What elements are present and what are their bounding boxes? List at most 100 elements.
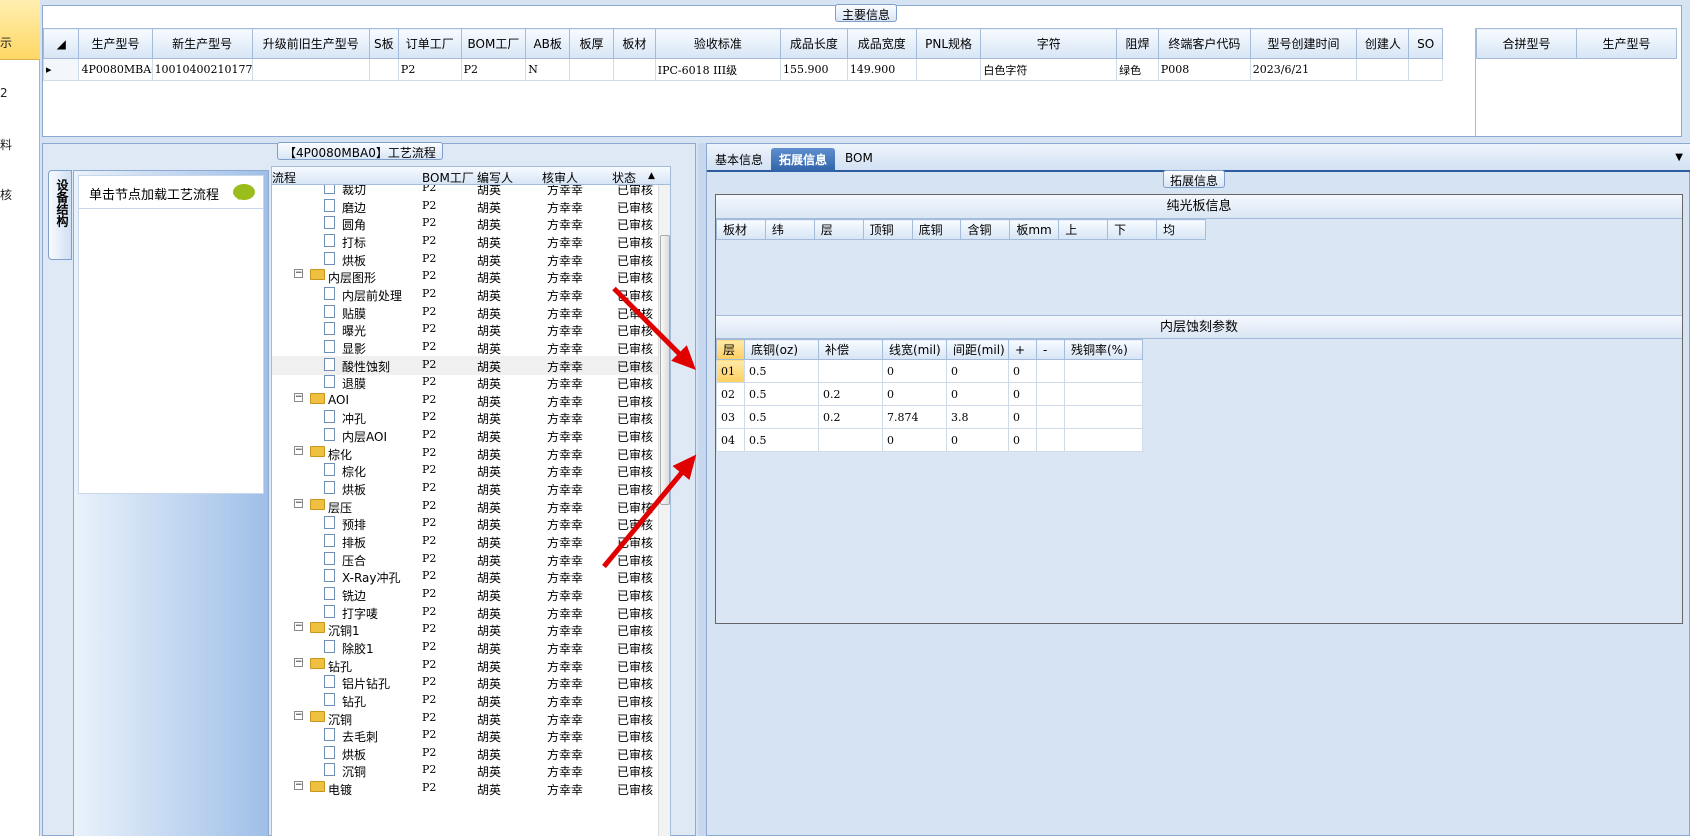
process-row[interactable]: 显影 P2 胡英 方幸幸 已审核 <box>272 338 670 357</box>
equipment-structure-tab[interactable]: 设备结构 <box>48 170 72 260</box>
sort-up-icon[interactable]: ▲ <box>648 171 655 181</box>
process-row[interactable]: 内层AOI P2 胡英 方幸幸 已审核 <box>272 426 670 445</box>
main-cell-11[interactable]: 149.900 <box>846 58 917 81</box>
process-row[interactable]: − 沉铜1 P2 胡英 方幸幸 已审核 <box>272 620 670 639</box>
process-row[interactable]: 钻孔 P2 胡英 方幸幸 已审核 <box>272 691 670 710</box>
process-col-4[interactable]: 状态 <box>612 169 636 186</box>
etch-col-2[interactable]: 补偿 <box>818 339 883 360</box>
plain-col-7[interactable]: 上 <box>1058 219 1109 240</box>
collapse-icon[interactable]: − <box>294 445 303 455</box>
process-row[interactable]: 烘板 P2 胡英 方幸幸 已审核 <box>272 744 670 763</box>
etch-col-7[interactable]: 残铜率(%) <box>1064 339 1143 360</box>
main-col-2[interactable]: 升级前旧生产型号 <box>251 28 370 59</box>
main-col-17[interactable]: 创建人 <box>1356 28 1410 59</box>
etch-cell[interactable]: 0.2 <box>818 382 883 406</box>
process-row[interactable]: 曝光 P2 胡英 方幸幸 已审核 <box>272 320 670 339</box>
main-col-5[interactable]: BOM工厂 <box>460 28 527 59</box>
main-cell-16[interactable]: 2023/6/21 <box>1249 58 1358 81</box>
etch-cell[interactable] <box>1036 359 1065 383</box>
process-row[interactable]: 沉铜 P2 胡英 方幸幸 已审核 <box>272 761 670 780</box>
etch-cell[interactable]: 0 <box>1008 382 1037 406</box>
load-process-hint[interactable]: 单击节点加载工艺流程 <box>78 175 264 209</box>
process-row[interactable]: 铝片钻孔 P2 胡英 方幸幸 已审核 <box>272 673 670 692</box>
process-row[interactable]: 预排P2胡英方幸幸已审核 <box>272 514 670 533</box>
main-col-4[interactable]: 订单工厂 <box>397 28 462 59</box>
process-row[interactable]: 烘板 P2 胡英 方幸幸 已审核 <box>272 250 670 269</box>
process-row[interactable]: 棕化 P2 胡英 方幸幸 已审核 <box>272 461 670 480</box>
plain-col-5[interactable]: 含铜 <box>960 219 1011 240</box>
etch-cell[interactable]: 04 <box>716 428 745 452</box>
main-cell-4[interactable]: P2 <box>397 58 462 81</box>
main-cell-6[interactable]: N <box>525 58 571 81</box>
plain-col-2[interactable]: 层 <box>813 219 864 240</box>
process-row[interactable]: 烘板 P2 胡英 方幸幸 已审核 <box>272 479 670 498</box>
etch-cell[interactable]: 7.874 <box>882 405 947 429</box>
process-row[interactable]: 打字唛 P2 胡英 方幸幸 已审核 <box>272 603 670 622</box>
etch-col-0[interactable]: 层 <box>716 339 745 360</box>
main-cell-15[interactable]: P008 <box>1157 58 1251 81</box>
main-col-15[interactable]: 终端客户代码 <box>1157 28 1251 59</box>
scrollbar-thumb[interactable] <box>660 235 670 505</box>
etch-col-3[interactable]: 线宽(mil) <box>882 339 947 360</box>
process-row[interactable]: − 沉铜 P2 胡英 方幸幸 已审核 <box>272 709 670 728</box>
process-tree-grid[interactable]: 流程 BOM工厂 编写人 核审人 状态 ▲ 裁切 P2 胡英 方幸幸 已审核 磨边 P2 胡英 方幸幸 已审… <box>271 166 671 836</box>
main-cell-3[interactable] <box>368 58 399 81</box>
main-info-grid[interactable]: ◢ 生产型号 新生产型号 升级前旧生产型号 S板 订单工厂 BOM工厂 AB板 板厚 板材 验收标准… <box>42 28 1443 81</box>
merge-model-grid[interactable]: 合拼型号 生产型号 <box>1475 28 1677 136</box>
plain-board-grid[interactable]: 板材纬层顶铜 底铜 含铜 板mm 上下均 <box>716 219 1206 240</box>
main-cell-14[interactable]: 绿色 <box>1116 58 1159 81</box>
process-row[interactable]: 打标 P2 胡英 方幸幸 已审核 <box>272 232 670 251</box>
main-cell-8[interactable] <box>612 58 656 81</box>
etch-cell[interactable]: 0 <box>946 359 1009 383</box>
etch-cell[interactable] <box>1036 428 1065 452</box>
process-col-2[interactable]: 编写人 <box>477 169 513 186</box>
process-col-0[interactable]: 流程 <box>272 169 296 186</box>
process-col-3[interactable]: 核审人 <box>542 169 578 186</box>
etch-cell[interactable]: 03 <box>716 405 745 429</box>
etch-cell[interactable] <box>1064 382 1143 406</box>
main-col-9[interactable]: 验收标准 <box>654 28 782 59</box>
main-cell-10[interactable]: 155.900 <box>780 58 848 81</box>
main-cell-12[interactable] <box>915 58 982 81</box>
process-row[interactable]: − 棕化 P2 胡英 方幸幸 已审核 <box>272 444 670 463</box>
inner-etch-grid[interactable]: 层底铜(oz) 补偿 线宽(mil) 间距(mil) + - 残铜率(%) 01 0.5 0 0 0… <box>716 339 1143 452</box>
plain-col-1[interactable]: 纬 <box>764 219 815 240</box>
etch-col-4[interactable]: 间距(mil) <box>946 339 1009 360</box>
etch-cell[interactable] <box>818 428 883 452</box>
plain-col-9[interactable]: 均 <box>1156 219 1206 240</box>
collapse-icon[interactable]: − <box>294 710 303 720</box>
tab-basic-info[interactable]: 基本信息 <box>707 148 771 172</box>
tab-extended-info[interactable]: 拓展信息 <box>771 148 836 172</box>
etch-cell[interactable] <box>1036 405 1065 429</box>
etch-col-6[interactable]: - <box>1036 339 1065 360</box>
merge-col-production-model[interactable]: 生产型号 <box>1576 28 1677 59</box>
process-row[interactable]: 内层前处理 P2 胡英 方幸幸 已审核 <box>272 285 670 304</box>
left-nav-selected[interactable] <box>0 0 40 60</box>
process-row[interactable]: − 钻孔 P2 胡英 方幸幸 已审核 <box>272 656 670 675</box>
process-row[interactable]: 磨边 P2 胡英 方幸幸 已审核 <box>272 197 670 216</box>
collapse-icon[interactable]: − <box>294 657 303 667</box>
merge-col-merged-model[interactable]: 合拼型号 <box>1476 28 1577 59</box>
process-row[interactable]: 去毛刺 P2 胡英 方幸幸 已审核 <box>272 726 670 745</box>
process-row[interactable]: − AOI P2 胡英 方幸幸 已审核 <box>272 391 670 410</box>
plain-col-6[interactable]: 板mm <box>1009 219 1060 240</box>
main-cell-17[interactable] <box>1356 58 1410 81</box>
etch-cell[interactable] <box>1064 428 1143 452</box>
panel-splitter[interactable] <box>698 143 706 836</box>
main-col-7[interactable]: 板厚 <box>569 28 614 59</box>
etch-cell[interactable] <box>1064 359 1143 383</box>
main-col-18[interactable]: SO <box>1408 28 1443 59</box>
etch-row[interactable]: 02 0.5 0.2 0 0 0 <box>716 382 1143 406</box>
collapse-icon[interactable]: − <box>294 781 303 791</box>
main-col-10[interactable]: 成品长度 <box>780 28 848 59</box>
main-col-3[interactable]: S板 <box>368 28 399 59</box>
process-row[interactable]: 圆角 P2 胡英 方幸幸 已审核 <box>272 214 670 233</box>
etch-row[interactable]: 03 0.5 0.2 7.874 3.8 0 <box>716 405 1143 429</box>
etch-cell[interactable]: 02 <box>716 382 745 406</box>
process-row[interactable]: − 电镀 P2 胡英 方幸幸 已审核 <box>272 779 670 798</box>
left-nav-item-1[interactable]: 示 <box>0 34 12 51</box>
etch-cell[interactable]: 01 <box>716 359 745 383</box>
plain-col-4[interactable]: 底铜 <box>911 219 962 240</box>
etch-cell[interactable]: 0 <box>882 382 947 406</box>
etch-cell[interactable]: 0.5 <box>744 405 819 429</box>
